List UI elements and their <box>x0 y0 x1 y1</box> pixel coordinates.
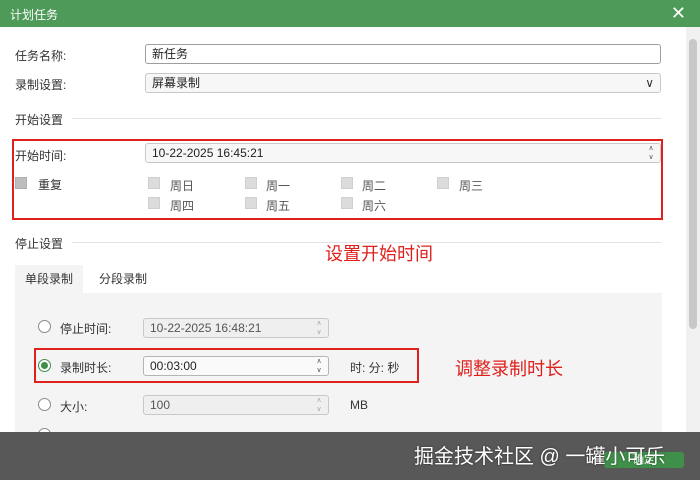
tab-multi-segment[interactable]: 分段录制 <box>91 265 155 293</box>
task-name-input[interactable]: 新任务 <box>145 44 661 64</box>
size-unit: MB <box>350 398 368 412</box>
chevron-down-icon: ∨ <box>645 76 654 90</box>
scrollbar-thumb[interactable] <box>689 39 697 329</box>
start-annotation-text: 设置开始时间 <box>325 244 433 264</box>
record-setting-label: 录制设置: <box>15 78 67 92</box>
record-setting-value: 屏幕录制 <box>152 76 201 90</box>
watermark-text: 掘金技术社区 @ 一罐小可乐 <box>414 446 666 468</box>
spin-arrows-icon[interactable]: ∧ ∨ <box>314 396 324 414</box>
start-annotation-box <box>12 139 663 220</box>
duration-annotation-text: 调整录制时长 <box>455 359 563 379</box>
start-section-divider <box>72 118 661 119</box>
close-icon[interactable]: ✕ <box>671 3 686 23</box>
vertical-scrollbar[interactable] <box>686 27 700 432</box>
duration-annotation-box <box>34 348 419 383</box>
stop-time-radio[interactable] <box>38 320 51 333</box>
stop-time-label: 停止时间: <box>60 322 112 336</box>
task-name-value: 新任务 <box>152 47 189 61</box>
size-radio[interactable] <box>38 398 51 411</box>
spin-arrows-icon[interactable]: ∧ ∨ <box>314 319 324 337</box>
start-section-title: 开始设置 <box>15 113 64 127</box>
tab-single-segment[interactable]: 单段录制 <box>15 265 83 293</box>
title-bar: 计划任务 ✕ <box>0 0 700 27</box>
stop-tabs: 单段录制 分段录制 <box>15 265 686 293</box>
record-setting-select[interactable]: 屏幕录制 ∨ <box>145 73 661 93</box>
stop-time-value: 10-22-2025 16:48:21 <box>150 321 262 335</box>
task-name-label: 任务名称: <box>15 49 67 63</box>
stop-time-input[interactable]: 10-22-2025 16:48:21 ∧ ∨ <box>143 318 329 338</box>
window-title: 计划任务 <box>10 8 59 22</box>
stop-section-title: 停止设置 <box>15 237 64 251</box>
size-value: 100 <box>150 398 171 412</box>
size-input[interactable]: 100 ∧ ∨ <box>143 395 329 415</box>
size-label: 大小: <box>60 400 88 414</box>
